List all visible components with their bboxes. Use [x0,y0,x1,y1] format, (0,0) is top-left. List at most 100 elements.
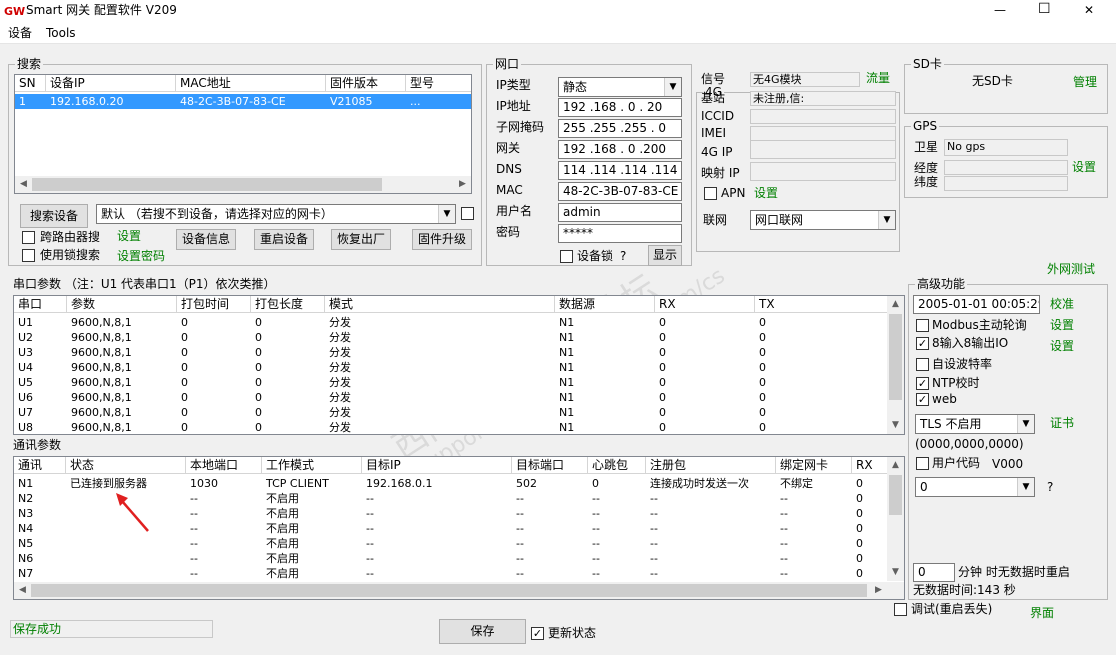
ip-type-select[interactable]: 静态 ▼ [558,77,682,97]
table-row[interactable]: U4 9600,N,8,1 0 0 分发 N1 0 0 [14,360,889,375]
comm-col-7[interactable]: 注册包 [646,457,776,474]
comm-title: 通讯参数 [13,438,62,452]
net-select[interactable]: 网口联网 ▼ [750,210,896,230]
col-model[interactable]: 型号 [406,75,471,92]
cert-link[interactable]: 证书 [1050,416,1074,431]
io-settings-link[interactable]: 设置 [1050,339,1074,354]
password-field[interactable]: ***** [558,224,682,243]
apn-checkbox[interactable] [704,187,717,200]
col-ip[interactable]: 设备IP [46,75,176,92]
table-row[interactable]: U2 9600,N,8,1 0 0 分发 N1 0 0 [14,330,889,345]
cross-router-checkbox[interactable] [22,231,35,244]
device-time-field[interactable]: 2005-01-01 00:05:29 [913,295,1040,314]
username-field[interactable]: admin [558,203,682,222]
serial-table[interactable]: 串口 参数 打包时间 打包长度 模式 数据源 RX TX U1 9600,N,8,1 0 0 分发 N1… [13,295,905,435]
device-info-button[interactable]: 设备信息 [176,229,236,250]
search-device-button[interactable]: 搜索设备 [20,204,88,228]
table-cell [66,551,186,566]
tls-select[interactable]: TLS 不启用 ▼ [915,414,1035,434]
traffic-link[interactable]: 流量 [866,71,890,86]
serial-col-1[interactable]: 参数 [67,296,177,313]
network-title: 网口 [493,57,522,71]
serial-col-2[interactable]: 打包时间 [177,296,251,313]
table-row[interactable]: U5 9600,N,8,1 0 0 分发 N1 0 0 [14,375,889,390]
serial-col-5[interactable]: 数据源 [555,296,655,313]
comm-hscroll[interactable]: ◀ ▶ [14,582,904,599]
close-icon[interactable]: ✕ [1084,3,1094,18]
comm-vscroll[interactable]: ▲ ▼ [887,457,904,581]
device-lock-checkbox[interactable] [560,250,573,263]
set-password-link[interactable]: 设置密码 [117,249,165,264]
col-fw[interactable]: 固件版本 [326,75,406,92]
table-row[interactable]: U3 9600,N,8,1 0 0 分发 N1 0 0 [14,345,889,360]
device-row[interactable]: 1 192.168.0.20 48-2C-3B-07-83-CE V21085 … [15,94,471,109]
io-checkbox[interactable]: ✓ [916,337,929,350]
comm-col-6[interactable]: 心跳包 [588,457,646,474]
comm-col-2[interactable]: 本地端口 [186,457,262,474]
gps-settings-link[interactable]: 设置 [1072,160,1096,175]
apn-settings-link[interactable]: 设置 [754,186,778,201]
comm-col-5[interactable]: 目标端口 [512,457,588,474]
serial-col-6[interactable]: RX [655,296,755,313]
minimize-icon[interactable]: — [994,3,1006,18]
device-list-hscroll[interactable]: ◀ ▶ [15,176,471,193]
nic-select[interactable]: 默认 （若搜不到设备，请选择对应的网卡） ▼ [96,204,456,224]
show-password-button[interactable]: 显示 [648,245,682,266]
table-cell: 502 [516,477,537,490]
table-cell: 不启用 [266,507,299,520]
serial-col-4[interactable]: 模式 [325,296,555,313]
comm-col-3[interactable]: 工作模式 [262,457,362,474]
table-row[interactable]: U1 9600,N,8,1 0 0 分发 N1 0 0 [14,315,889,330]
col-mac[interactable]: MAC地址 [176,75,326,92]
maximize-icon[interactable]: ☐ [1038,2,1051,17]
serial-vscroll[interactable]: ▲ ▼ [887,296,904,434]
table-row[interactable]: U8 9600,N,8,1 0 0 分发 N1 0 0 [14,420,889,434]
modbus-settings-link[interactable]: 设置 [1050,318,1074,333]
serial-col-3[interactable]: 打包长度 [251,296,325,313]
comm-col-9[interactable]: RX [852,457,889,474]
device-list[interactable]: SN 设备IP MAC地址 固件版本 型号 1 192.168.0.20 48-… [14,74,472,194]
baud-checkbox[interactable] [916,358,929,371]
table-cell: -- [366,522,374,535]
device-lock-help[interactable]: ? [620,249,626,264]
table-row[interactable]: U6 9600,N,8,1 0 0 分发 N1 0 0 [14,390,889,405]
cross-router-settings-link[interactable]: 设置 [117,229,141,244]
code-help[interactable]: ? [1047,480,1053,495]
ip-field[interactable]: 192 .168 . 0 . 20 [558,98,682,117]
gateway-field[interactable]: 192 .168 . 0 .200 [558,140,682,159]
ntp-checkbox[interactable]: ✓ [916,377,929,390]
firmware-upgrade-button[interactable]: 固件升级 [412,229,472,250]
reboot-minutes-field[interactable]: 0 [913,563,955,582]
web-checkbox[interactable]: ✓ [916,393,929,406]
serial-col-7[interactable]: TX [755,296,889,313]
comm-col-1[interactable]: 状态 [66,457,186,474]
save-button[interactable]: 保存 [439,619,526,644]
nic-checkbox[interactable] [461,207,474,220]
comm-col-0[interactable]: 通讯 [14,457,66,474]
comm-col-8[interactable]: 绑定网卡 [776,457,852,474]
mask-field[interactable]: 255 .255 .255 . 0 [558,119,682,138]
reboot-device-button[interactable]: 重启设备 [254,229,314,250]
modbus-checkbox[interactable] [916,319,929,332]
menu-tools[interactable]: Tools [46,26,76,41]
lock-search-checkbox[interactable] [22,249,35,262]
code-select[interactable]: 0 ▼ [915,477,1035,497]
ui-link[interactable]: 界面 [1030,606,1054,621]
user-code-checkbox[interactable] [916,457,929,470]
table-row[interactable]: N7 -- 不启用 -- -- -- -- -- 0 [14,566,889,581]
update-status-checkbox[interactable]: ✓ [531,627,544,640]
external-test-link[interactable]: 外网测试 [1047,262,1095,277]
sd-manage-link[interactable]: 管理 [1073,75,1097,90]
dns-field[interactable]: 114 .114 .114 .114 [558,161,682,180]
table-row[interactable]: N6 -- 不启用 -- -- -- -- -- 0 [14,551,889,566]
serial-col-0[interactable]: 串口 [14,296,67,313]
menu-device[interactable]: 设备 [8,26,32,41]
table-row[interactable]: U7 9600,N,8,1 0 0 分发 N1 0 0 [14,405,889,420]
debug-checkbox[interactable] [894,603,907,616]
calibrate-link[interactable]: 校准 [1050,297,1074,312]
table-row[interactable]: N5 -- 不启用 -- -- -- -- -- 0 [14,536,889,551]
comm-col-4[interactable]: 目标IP [362,457,512,474]
col-sn[interactable]: SN [15,75,46,92]
factory-reset-button[interactable]: 恢复出厂 [331,229,391,250]
mac-field[interactable]: 48-2C-3B-07-83-CE [558,182,682,201]
